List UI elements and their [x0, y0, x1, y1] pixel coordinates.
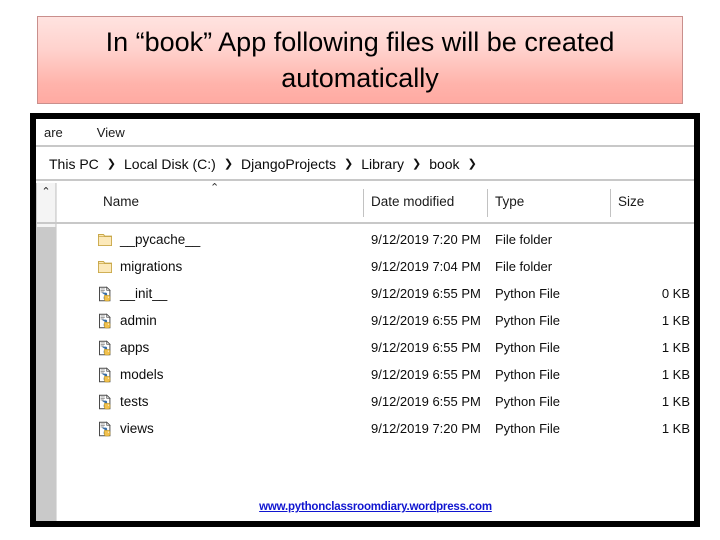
file-row-date-cell: 9/12/2019 7:04 PM: [371, 259, 481, 274]
file-row-name-cell[interactable]: models: [97, 366, 164, 383]
file-row[interactable]: tests 9/12/2019 6:55 PM Python File 1 KB: [57, 388, 694, 415]
breadcrumb-item-local-disk[interactable]: Local Disk (C:): [123, 156, 217, 172]
file-row[interactable]: migrations 9/12/2019 7:04 PM File folder: [57, 253, 694, 280]
python-file-icon: [97, 312, 113, 329]
breadcrumb-separator-icon: ❯: [223, 157, 234, 170]
python-file-icon: [97, 420, 113, 437]
file-row-size-cell: 0 KB: [661, 286, 690, 301]
file-row-type-cell: Python File: [495, 421, 561, 436]
file-row-name-label: views: [120, 421, 154, 436]
file-row-type-cell: Python File: [495, 394, 561, 409]
column-header-size[interactable]: Size: [618, 194, 644, 209]
file-row-name-cell[interactable]: migrations: [97, 259, 182, 275]
file-row-name-label: tests: [120, 394, 149, 409]
ribbon-tab-bar: are View: [36, 119, 694, 145]
file-row[interactable]: apps 9/12/2019 6:55 PM Python File 1 KB: [57, 334, 694, 361]
file-row-date-cell: 9/12/2019 6:55 PM: [371, 394, 481, 409]
column-divider[interactable]: [487, 189, 488, 217]
file-row-date-cell: 9/12/2019 6:55 PM: [371, 313, 481, 328]
file-row-type-cell: Python File: [495, 340, 561, 355]
file-row-name-cell[interactable]: __pycache__: [97, 232, 200, 248]
python-file-icon: [97, 393, 113, 410]
file-row[interactable]: __init__ 9/12/2019 6:55 PM Python File 0 KB: [57, 280, 694, 307]
file-row-date-cell: 9/12/2019 7:20 PM: [371, 421, 481, 436]
file-row-name-label: migrations: [120, 259, 183, 274]
breadcrumb-separator-icon: ❯: [411, 157, 422, 170]
breadcrumb-item-this-pc[interactable]: This PC: [48, 156, 100, 172]
breadcrumb-separator-icon: ❯: [467, 157, 477, 170]
title-banner: In “book” App following files will be cr…: [37, 16, 683, 104]
column-header-row: Name ⌃ Date modified Type Size: [57, 182, 694, 222]
file-row-name-cell[interactable]: apps: [97, 339, 150, 356]
breadcrumb: This PC ❯ Local Disk (C:) ❯ DjangoProjec…: [36, 156, 484, 172]
python-file-icon: [97, 366, 113, 383]
breadcrumb-item-book[interactable]: book: [428, 156, 460, 172]
file-row-type-cell: File folder: [495, 232, 553, 247]
file-explorer-window: are View This PC ❯ Local Disk (C:) ❯ Dja…: [30, 113, 700, 527]
file-row-name-label: __init__: [120, 286, 168, 301]
file-row-size-cell: 1 KB: [661, 421, 690, 436]
title-banner-text: In “book” App following files will be cr…: [105, 27, 615, 93]
file-row-size-cell: 1 KB: [661, 340, 690, 355]
file-row-name-cell[interactable]: admin: [97, 312, 157, 329]
address-bar[interactable]: This PC ❯ Local Disk (C:) ❯ DjangoProjec…: [36, 149, 694, 179]
file-row-name-label: admin: [120, 313, 157, 328]
watermark-link[interactable]: www.pythonclassroomdiary.wordpress.com: [259, 501, 492, 513]
breadcrumb-separator-icon: ❯: [106, 157, 117, 170]
file-row-date-cell: 9/12/2019 7:20 PM: [371, 232, 481, 247]
breadcrumb-item-djangoprojects[interactable]: DjangoProjects: [240, 156, 337, 172]
folder-icon: [97, 259, 113, 275]
breadcrumb-separator-icon: ❯: [343, 157, 354, 170]
file-row-size-cell: 1 KB: [661, 313, 690, 328]
file-row[interactable]: models 9/12/2019 6:55 PM Python File 1 KB: [57, 361, 694, 388]
breadcrumb-item-library[interactable]: Library: [360, 156, 405, 172]
column-divider[interactable]: [363, 189, 364, 217]
file-explorer-content: are View This PC ❯ Local Disk (C:) ❯ Dja…: [36, 119, 694, 521]
nav-pane-scrollbar[interactable]: ⌃: [36, 183, 56, 521]
divider-under-headers: [36, 222, 694, 224]
sort-ascending-icon: ⌃: [210, 182, 220, 194]
file-row[interactable]: views 9/12/2019 7:20 PM Python File 1 KB: [57, 415, 694, 442]
file-row-date-cell: 9/12/2019 6:55 PM: [371, 340, 481, 355]
file-row-name-cell[interactable]: tests: [97, 393, 149, 410]
file-row-name-label: apps: [120, 340, 150, 355]
column-header-type[interactable]: Type: [495, 194, 524, 209]
divider-under-address: [36, 179, 694, 181]
tab-view[interactable]: View: [91, 125, 131, 140]
footer-link-row: www.pythonclassroomdiary.wordpress.com: [57, 497, 694, 515]
file-row-size-cell: 1 KB: [661, 367, 690, 382]
file-row-name-cell[interactable]: __init__: [97, 285, 168, 302]
file-row-type-cell: Python File: [495, 367, 561, 382]
python-file-icon: [97, 339, 113, 356]
column-header-name[interactable]: Name: [103, 194, 139, 209]
chevron-up-icon[interactable]: ⌃: [41, 187, 51, 198]
file-row-date-cell: 9/12/2019 6:55 PM: [371, 286, 481, 301]
file-row-type-cell: Python File: [495, 313, 561, 328]
nav-pane-scrollbar-thumb[interactable]: ⌃: [37, 183, 56, 227]
file-row-name-label: models: [120, 367, 164, 382]
folder-icon: [97, 232, 113, 248]
file-row-date-cell: 9/12/2019 6:55 PM: [371, 367, 481, 382]
tab-share[interactable]: are: [38, 125, 69, 140]
file-row-type-cell: File folder: [495, 259, 553, 274]
file-row[interactable]: __pycache__ 9/12/2019 7:20 PM File folder: [57, 226, 694, 253]
python-file-icon: [97, 285, 113, 302]
file-row-size-cell: 1 KB: [661, 394, 690, 409]
file-row-name-label: __pycache__: [120, 232, 201, 247]
column-header-date-modified[interactable]: Date modified: [371, 194, 454, 209]
divider-under-tabs: [36, 145, 694, 147]
file-row-name-cell[interactable]: views: [97, 420, 154, 437]
column-divider[interactable]: [610, 189, 611, 217]
file-row[interactable]: admin 9/12/2019 6:55 PM Python File 1 KB: [57, 307, 694, 334]
file-row-type-cell: Python File: [495, 286, 561, 301]
file-list: __pycache__ 9/12/2019 7:20 PM File folder m…: [57, 226, 694, 521]
